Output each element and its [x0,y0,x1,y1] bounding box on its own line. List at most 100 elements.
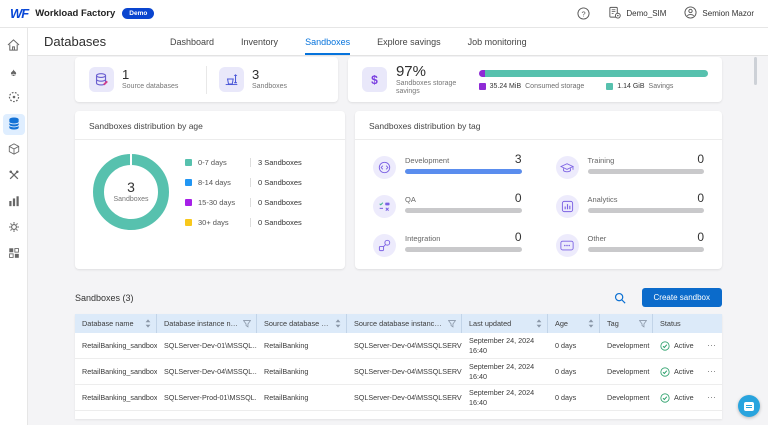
sort-icon [145,319,151,328]
tag-bar [405,208,522,213]
help-icon[interactable]: ? [577,7,590,20]
workspace-name: Demo_SIM [626,9,666,18]
chat-button[interactable] [738,395,760,417]
app-name: Workload Factory [35,8,115,19]
column-source-database-name[interactable]: Source database name [257,314,347,333]
source-databases-label: Source databases [122,83,178,91]
vertical-scrollbar[interactable] [754,57,757,85]
legend-label: 0-7 days [198,158,250,167]
legend-label: 30+ days [198,218,250,227]
column-database-name[interactable]: Database name [75,314,157,333]
cell-database-name: RetailBanking_sandbox [75,359,157,384]
checklist-icon [373,195,396,218]
cell-last-updated: September 24, 2024 16:40 [462,333,548,358]
tag-label: Training [588,156,615,165]
sidebar-item-tools[interactable] [3,166,25,187]
age-distribution-card: Sandboxes distribution by age 3 Sandboxe… [75,111,345,269]
savings-legend-item: 1.14 GiB Savings [606,83,673,90]
column-last-updated[interactable]: Last updated [462,314,548,333]
tab-inventory[interactable]: Inventory [241,28,278,55]
sidebar-item-databases[interactable] [3,114,25,135]
cell-last-updated: September 24, 2024 16:40 [462,385,548,410]
legend-item: 15-30 days 0 Sandboxes [185,198,333,207]
tag-item-other: Other0 [556,231,705,257]
row-actions-button[interactable]: ⋯ [707,366,717,377]
cell-source-database: RetailBanking [257,333,347,358]
status-active-icon [660,341,670,351]
column-database-instance-name[interactable]: Database instance name [157,314,257,333]
sidebar-item-home[interactable] [3,36,25,57]
demo-badge: Demo [122,8,154,19]
tab-job-monitoring[interactable]: Job monitoring [468,28,527,55]
savings-chart: 35.24 MiB Consumed storage 1.14 GiB Savi… [479,70,708,90]
organization-icon [608,6,621,21]
savings-segment [485,70,708,77]
legend-label: 8-14 days [198,178,250,187]
row-actions-button[interactable]: ⋯ [707,392,717,403]
tag-label: Development [405,156,449,165]
legend-count: 0 Sandboxes [250,198,302,207]
sidebar-item-apps[interactable] [3,244,25,265]
filter-icon [639,320,647,328]
legend-label: 15-30 days [198,198,250,207]
table-title: Sandboxes (3) [75,293,134,303]
tag-label: Integration [405,234,440,243]
table-row[interactable]: RetailBanking_sandbox SQLServer-Prod-01\… [75,385,722,411]
consumed-color-swatch [479,83,486,90]
age-card-title: Sandboxes distribution by age [75,111,345,140]
savings-amount-label: Savings [649,83,674,90]
sidebar-item-resources[interactable] [3,140,25,161]
sandboxes-label: Sandboxes [252,83,287,91]
tag-item-analytics: Analytics0 [556,192,705,218]
legend-count: 0 Sandboxes [250,218,302,227]
column-tag[interactable]: Tag [600,314,653,333]
cell-age: 0 days [548,385,600,410]
filter-icon [243,320,251,328]
page-header: Databases Dashboard Inventory Sandboxes … [28,28,768,56]
row-actions-button[interactable]: ⋯ [707,340,717,351]
ellipsis-box-icon [556,234,579,257]
legend-swatch-blue [185,179,192,186]
chat-icon [744,402,754,411]
tab-dashboard[interactable]: Dashboard [170,28,214,55]
tag-label: Other [588,234,607,243]
user-name: Semion Mazor [702,9,754,18]
divider [206,66,207,94]
sidebar-item-workloads[interactable]: ♠ [3,62,25,83]
content: 1 Source databases 3 Sandboxes $ [75,56,722,419]
sidebar-item-settings[interactable] [3,218,25,239]
legend-swatch-purple [185,199,192,206]
code-icon [373,156,396,179]
tab-sandboxes[interactable]: Sandboxes [305,28,350,55]
top-bar: WF Workload Factory Demo ? Demo_SIM Semi… [0,0,768,28]
column-source-database-instance-name[interactable]: Source database instance name [347,314,462,333]
tag-count: 0 [515,192,522,204]
donut-center-value: 3 [127,179,135,196]
cell-source-instance: SQLServer-Dev-04\MSSQLSERVER [347,333,462,358]
sidebar-item-reports[interactable] [3,192,25,213]
graduation-cap-icon [556,156,579,179]
cell-database-instance: SQLServer-Dev-04\MSSQL... [157,359,257,384]
search-icon[interactable] [614,292,626,304]
workspace-selector[interactable]: Demo_SIM [608,6,666,21]
tag-label: Analytics [588,195,618,204]
tag-distribution-card: Sandboxes distribution by tag Developmen… [355,111,722,269]
sandbox-icon [219,67,244,92]
column-status[interactable]: Status [653,314,722,333]
cell-database-instance: SQLServer-Dev-01\MSSQL... [157,333,257,358]
user-icon [684,6,697,21]
table-row[interactable]: RetailBanking_sandbox SQLServer-Dev-01\M… [75,333,722,359]
table-row[interactable]: RetailBanking_sandbox SQLServer-Dev-04\M… [75,359,722,385]
sidebar-item-discovery[interactable] [3,88,25,109]
table-header: Database name Database instance name Sou… [75,314,722,333]
tag-item-training: Training0 [556,153,705,179]
user-menu[interactable]: Semion Mazor [684,6,754,21]
savings-color-swatch [606,83,613,90]
create-sandbox-button[interactable]: Create sandbox [642,288,722,307]
table-toolbar: Sandboxes (3) Create sandbox [75,288,722,307]
column-age[interactable]: Age [548,314,600,333]
integration-icon [373,234,396,257]
tag-bar [405,169,522,174]
cell-source-database: RetailBanking [257,385,347,410]
tab-explore-savings[interactable]: Explore savings [377,28,441,55]
